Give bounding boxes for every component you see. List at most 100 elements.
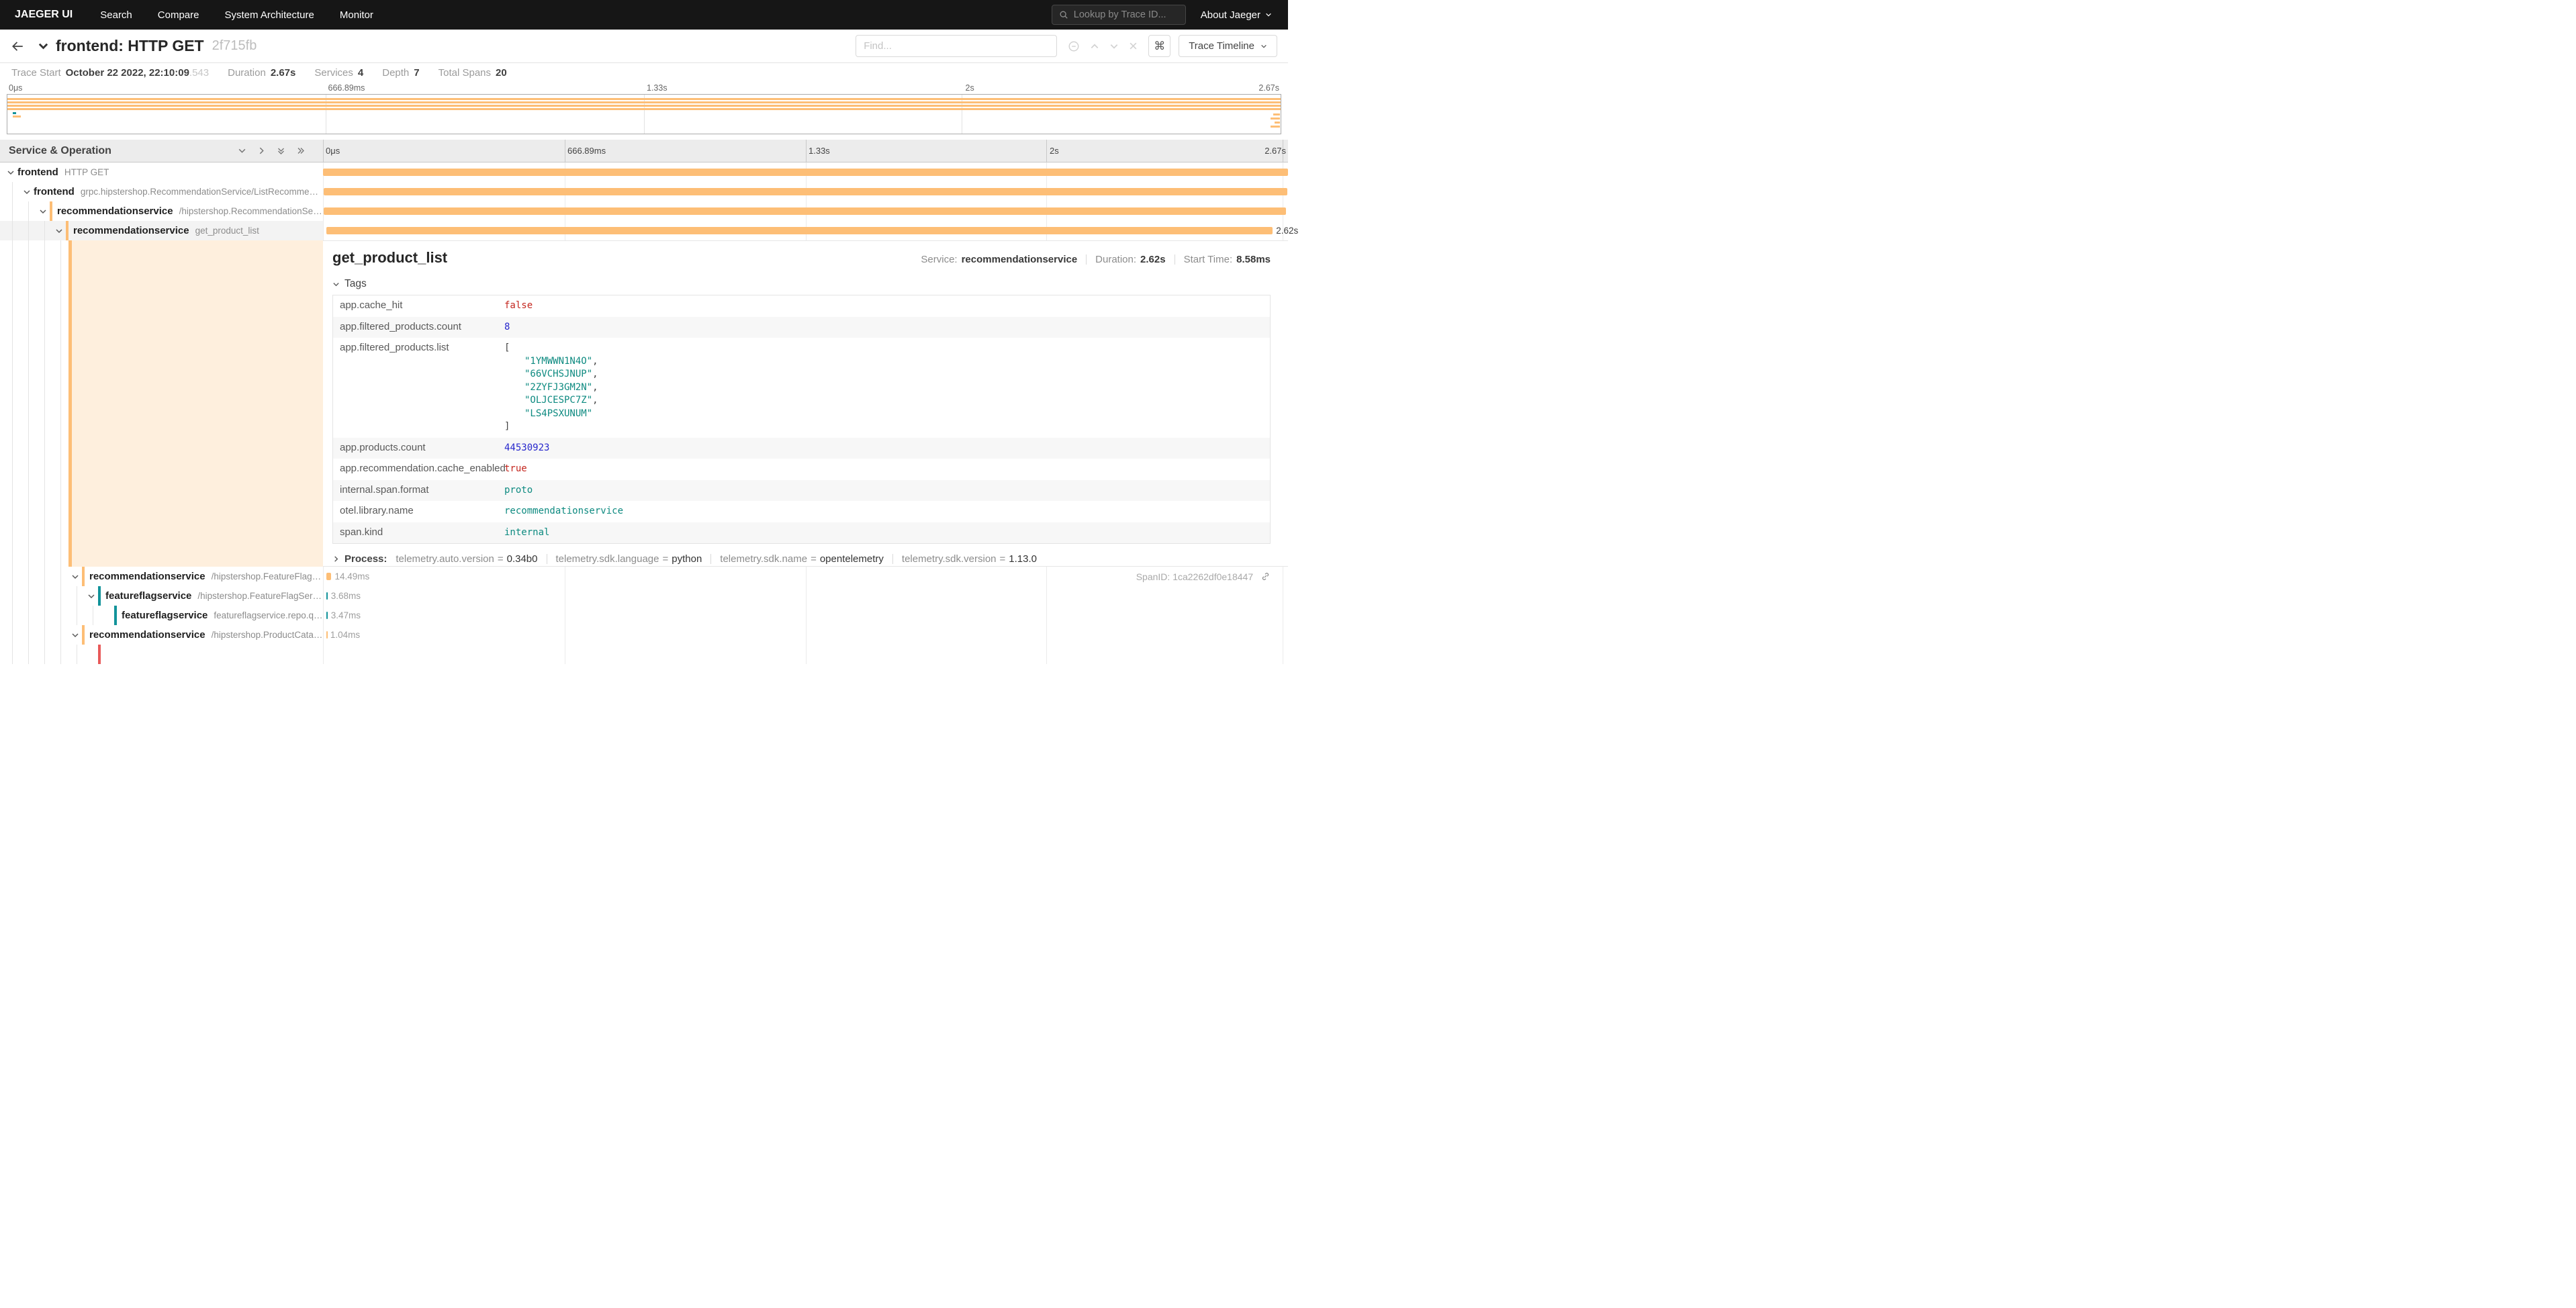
span-row-recommendationservice[interactable]: recommendationservice/hipstershop.Recomm…	[0, 201, 1288, 221]
tag-value: proto	[498, 480, 1270, 502]
span-bar-cell: 3.68ms	[323, 586, 1288, 606]
operation-name: /hipstershop.FeatureFlagService/Ge...	[197, 591, 323, 601]
span-duration-label: 3.47ms	[331, 610, 361, 620]
nav-item-monitor[interactable]: Monitor	[327, 9, 386, 21]
operation-name: HTTP GET	[64, 167, 109, 177]
span-collapse-icon[interactable]	[36, 207, 50, 216]
clear-find-icon[interactable]	[1129, 42, 1138, 50]
back-button[interactable]	[11, 40, 24, 53]
tag-value: internal	[498, 522, 1270, 544]
minimap-span	[7, 108, 1281, 110]
span-collapse-icon[interactable]	[52, 227, 66, 235]
arrow-left-icon	[11, 40, 24, 53]
service-color-strip	[82, 625, 85, 645]
span-bar-cell: 14.49ms	[323, 567, 1288, 586]
nav-item-system-architecture[interactable]: System Architecture	[212, 9, 326, 21]
trace-minimap[interactable]	[7, 94, 1281, 134]
span-bar[interactable]	[323, 169, 1288, 176]
tag-list-item: "66VCHSJNUP",	[504, 368, 1263, 381]
span-detail-meta: Service:recommendationservice Duration:2…	[921, 254, 1271, 265]
span-detail-gutter	[0, 240, 323, 567]
span-collapse-icon[interactable]	[85, 592, 98, 600]
trace-view-selector[interactable]: Trace Timeline	[1179, 35, 1277, 57]
nav-item-search[interactable]: Search	[87, 9, 145, 21]
expand-all-icon[interactable]	[296, 146, 306, 155]
about-jaeger-menu[interactable]: About Jaeger	[1186, 9, 1288, 21]
minimap-span	[1271, 126, 1280, 128]
indent-guide	[4, 221, 20, 240]
circle-minus-icon[interactable]	[1068, 40, 1080, 52]
collapse-trace-detail-toggle[interactable]	[38, 40, 49, 52]
tags-section-toggle[interactable]: Tags	[332, 276, 1271, 292]
operation-name: featureflagservice.repo.query:fe...	[214, 610, 323, 620]
indent-guide	[52, 586, 68, 606]
operation-name: /hipstershop.FeatureFlagService...	[212, 571, 323, 581]
keyboard-shortcuts-button[interactable]: ⌘	[1148, 35, 1170, 57]
span-row-featureflagservice[interactable]: featureflagservice/hipstershop.FeatureFl…	[0, 586, 1288, 606]
span-duration-label: 14.49ms	[335, 571, 370, 581]
span-bar[interactable]	[326, 227, 1273, 234]
find-input[interactable]	[856, 35, 1057, 57]
span-row-recommendationservice[interactable]: recommendationserviceget_product_list2.6…	[0, 221, 1288, 240]
operation-name: /hipstershop.RecommendationService/Lis..…	[179, 206, 323, 216]
indent-guide	[36, 567, 52, 586]
trace-id-search-input[interactable]	[1074, 9, 1179, 20]
span-bar[interactable]	[324, 207, 1286, 215]
indent-guide	[52, 606, 68, 625]
service-color-strip	[82, 567, 85, 586]
collapse-one-icon[interactable]	[238, 146, 246, 155]
tag-row: app.recommendation.cache_enabledtrue	[333, 459, 1270, 480]
span-detail-title: get_product_list	[332, 249, 447, 267]
span-bar[interactable]	[326, 592, 328, 600]
services-stat: Services4	[314, 67, 363, 79]
collapse-all-icon[interactable]	[277, 146, 285, 156]
span-bar[interactable]	[324, 188, 1288, 195]
minimap-span	[13, 115, 21, 118]
span-bar[interactable]	[326, 631, 328, 639]
service-name: frontend	[34, 186, 75, 197]
process-separator	[892, 554, 893, 564]
span-row-clipped[interactable]	[0, 645, 1288, 664]
span-collapse-icon[interactable]	[68, 573, 82, 581]
tag-value: false	[498, 295, 1270, 317]
span-bar[interactable]	[326, 573, 332, 580]
span-row-recommendationservice[interactable]: recommendationservice/hipstershop.Featur…	[0, 567, 1288, 586]
jaeger-logo[interactable]: JAEGER UI	[0, 9, 87, 21]
span-bar-cell: 3.47ms	[323, 606, 1288, 625]
service-name: frontend	[17, 167, 58, 178]
span-name-column: frontend HTTP GET	[0, 162, 323, 182]
indent-guide	[52, 567, 68, 586]
span-bar[interactable]	[326, 612, 328, 619]
indent-guide	[68, 606, 85, 625]
total-spans-stat: Total Spans20	[439, 67, 507, 79]
expand-one-icon[interactable]	[257, 146, 266, 155]
tag-row: span.kindinternal	[333, 522, 1270, 544]
tag-list-item: "LS4PSXUNUM"	[504, 408, 1263, 421]
span-collapse-icon[interactable]	[4, 169, 17, 177]
span-collapse-icon[interactable]	[68, 631, 82, 639]
chevron-up-icon[interactable]	[1090, 42, 1099, 51]
process-tag: telemetry.sdk.language=python	[556, 553, 702, 565]
timeline-header: Service & Operation 0μs666.89ms 1.33s2s …	[0, 140, 1288, 162]
tag-row: app.filtered_products.count8	[333, 317, 1270, 338]
duration-stat: Duration2.67s	[228, 67, 295, 79]
span-row-featureflagservice[interactable]: featureflagservicefeatureflagservice.rep…	[0, 606, 1288, 625]
service-name: recommendationservice	[57, 205, 173, 217]
span-duration-label: 1.04ms	[330, 630, 360, 640]
indent-guide	[85, 606, 101, 625]
span-row-recommendationservice[interactable]: recommendationservice/hipstershop.Produc…	[0, 625, 1288, 645]
indent-guide	[20, 221, 36, 240]
chevron-down-icon[interactable]	[1109, 42, 1119, 51]
trace-id-search-box[interactable]	[1052, 5, 1186, 25]
span-collapse-icon[interactable]	[20, 188, 34, 196]
process-section-toggle[interactable]: Process:	[332, 553, 387, 565]
span-name-column: recommendationservice/hipstershop.Featur…	[0, 567, 323, 586]
nav-item-compare[interactable]: Compare	[145, 9, 212, 21]
span-row-frontend[interactable]: frontendgrpc.hipstershop.RecommendationS…	[0, 182, 1288, 201]
minimap-span	[1271, 118, 1280, 120]
span-name-column: recommendationservice/hipstershop.Produc…	[0, 625, 323, 645]
span-row-frontend[interactable]: frontend HTTP GET	[0, 162, 1288, 182]
tag-key: app.products.count	[333, 438, 498, 459]
tag-key: span.kind	[333, 522, 498, 544]
span-bar-cell	[323, 645, 1288, 664]
